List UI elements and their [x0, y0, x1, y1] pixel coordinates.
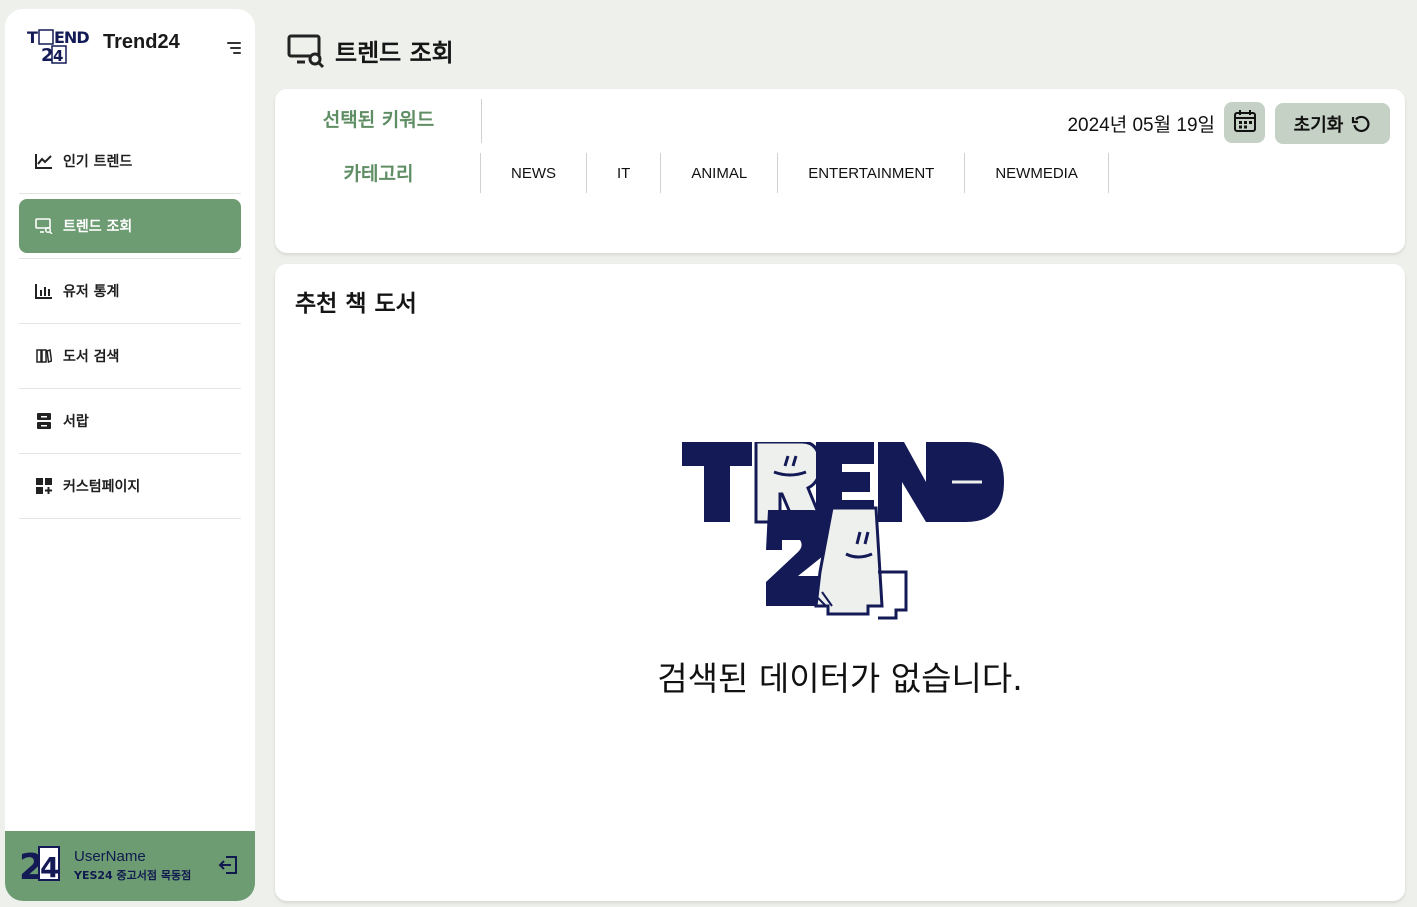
sidebar-item-user-stats[interactable]: 유저 통계 [19, 264, 241, 324]
category-news[interactable]: NEWS [480, 153, 586, 193]
calendar-button[interactable] [1224, 102, 1265, 143]
sidebar-item-label: 트렌드 조회 [63, 219, 133, 235]
reset-button[interactable]: 초기화 [1275, 103, 1390, 144]
recommendation-title: 추천 책 도서 [295, 291, 417, 317]
bar-chart-icon [35, 282, 53, 300]
sidebar-nav: 인기 트렌드 트렌드 조회 유저 통계 도서 검색 서랍 커스텀페이지 [19, 134, 241, 524]
avatar: 2 4 [19, 846, 60, 885]
trend24-empty-logo [682, 442, 1004, 620]
user-store: YES24 중고서점 목동점 [74, 869, 192, 882]
reset-icon [1351, 114, 1371, 134]
sidebar-item-label: 서랍 [63, 414, 89, 430]
line-chart-icon [35, 152, 53, 170]
monitor-search-icon [35, 217, 53, 235]
category-entertainment[interactable]: ENTERTAINMENT [777, 153, 964, 193]
drawer-icon [35, 412, 53, 430]
category-animal[interactable]: ANIMAL [660, 153, 777, 193]
category-label: 카테고리 [343, 163, 414, 185]
svg-text:4: 4 [40, 851, 59, 884]
sidebar-item-custom-page[interactable]: 커스텀페이지 [19, 459, 241, 519]
svg-text:END: END [54, 28, 89, 47]
category-it[interactable]: IT [586, 153, 660, 193]
sidebar-item-label: 커스텀페이지 [63, 479, 141, 495]
brand[interactable]: T END 2 4 Trend24 [27, 27, 247, 75]
trend24-logo: T END 2 4 [27, 28, 90, 66]
menu-toggle-icon[interactable] [221, 37, 243, 59]
dashboard-add-icon [35, 477, 53, 495]
sidebar-item-trend-search[interactable]: 트렌드 조회 [19, 199, 241, 259]
monitor-search-icon [287, 31, 325, 69]
svg-text:T: T [27, 28, 38, 47]
calendar-icon [1233, 109, 1257, 137]
svg-text:4: 4 [53, 47, 63, 65]
logout-icon[interactable] [217, 853, 241, 877]
sidebar-item-drawer[interactable]: 서랍 [19, 394, 241, 454]
category-newmedia[interactable]: NEWMEDIA [964, 153, 1109, 193]
sidebar-item-label: 인기 트렌드 [63, 154, 133, 170]
selected-date: 2024년 05월 19일 [1067, 115, 1215, 136]
user-name: UserName [74, 848, 146, 865]
sidebar-item-label: 도서 검색 [63, 349, 120, 365]
sidebar-item-label: 유저 통계 [63, 284, 120, 300]
brand-name: Trend24 [103, 31, 180, 53]
sidebar: T END 2 4 Trend24 인기 트렌드 트렌드 조회 유저 통계 도서… [5, 9, 255, 901]
divider [481, 99, 482, 143]
reset-label: 초기화 [1293, 114, 1344, 136]
category-list: NEWS IT ANIMAL ENTERTAINMENT NEWMEDIA [480, 153, 1109, 193]
books-icon [35, 347, 53, 365]
filter-panel: 선택된 키워드 카테고리 2024년 05월 19일 초기화 NEWS IT A… [275, 89, 1405, 253]
empty-state-message: 검색된 데이터가 없습니다. [657, 659, 1023, 698]
recommendation-panel: 추천 책 도서 검색된 데이터가 없습니다. [275, 264, 1405, 901]
sidebar-item-book-search[interactable]: 도서 검색 [19, 329, 241, 389]
selected-keyword-label: 선택된 키워드 [322, 109, 435, 131]
sidebar-item-popular-trend[interactable]: 인기 트렌드 [19, 134, 241, 194]
page-header: 트렌드 조회 [287, 30, 454, 70]
user-profile: 2 4 UserName YES24 중고서점 목동점 [5, 831, 255, 901]
page-title: 트렌드 조회 [335, 38, 454, 67]
